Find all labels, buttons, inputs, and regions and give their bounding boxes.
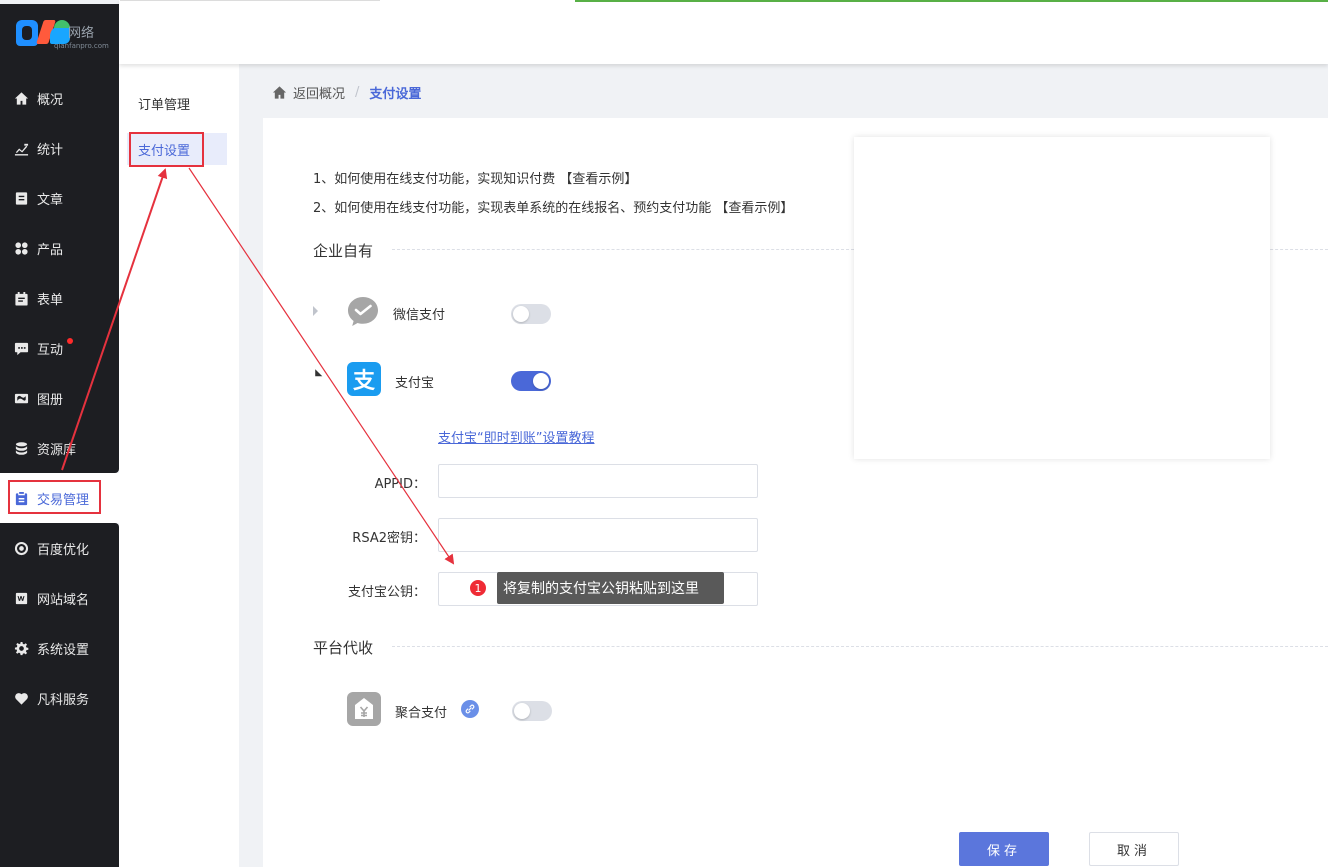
section-title-platform: 平台代收 bbox=[313, 639, 374, 657]
main-sidebar: 网络 qianfanpro.com 概况 统计 文章 产品 表单 互动 图册 资… bbox=[0, 0, 120, 867]
breadcrumb-separator: / bbox=[355, 84, 360, 100]
sidebar-item-settings[interactable]: 系统设置 bbox=[0, 623, 119, 673]
sidebar-item-forms[interactable]: 表单 bbox=[0, 273, 119, 323]
alipay-toggle[interactable] bbox=[511, 371, 551, 391]
appid-label: APPID： bbox=[374, 477, 426, 492]
sidebar-item-overview[interactable]: 概况 bbox=[0, 73, 119, 123]
aggregate-pay-toggle[interactable] bbox=[512, 701, 552, 721]
sidebar-item-domain[interactable]: 网站域名 bbox=[0, 573, 119, 623]
logo-subtext: qianfanpro.com bbox=[54, 42, 109, 50]
wechat-pay-label: 微信支付 bbox=[393, 308, 446, 323]
aggregate-pay-icon bbox=[347, 692, 381, 726]
chat-icon bbox=[13, 340, 29, 356]
form-icon bbox=[13, 290, 29, 306]
grid-icon bbox=[13, 240, 29, 256]
seo-icon bbox=[13, 540, 29, 556]
sidebar-item-transactions[interactable]: 交易管理 bbox=[0, 473, 119, 523]
aggregate-pay-label: 聚合支付 bbox=[395, 706, 448, 721]
home-icon bbox=[13, 90, 29, 106]
save-button[interactable]: 保存 bbox=[959, 832, 1049, 866]
logo-text: 网络 bbox=[68, 26, 95, 41]
section-title-own: 企业自有 bbox=[313, 242, 374, 260]
view-example-link-2[interactable]: 【查看示例】 bbox=[715, 201, 793, 216]
submenu-item-payment-settings[interactable]: 支付设置 bbox=[127, 133, 227, 165]
sidebar-item-services[interactable]: 凡科服务 bbox=[0, 673, 119, 723]
rsa2-key-label: RSA2密钥： bbox=[352, 531, 426, 546]
home-icon bbox=[272, 85, 287, 99]
heart-icon bbox=[13, 690, 29, 706]
sidebar-item-resources[interactable]: 资源库 bbox=[0, 423, 119, 473]
wechat-pay-toggle[interactable] bbox=[511, 304, 551, 324]
alipay-icon: 支 bbox=[347, 362, 381, 396]
cancel-button[interactable]: 取消 bbox=[1089, 832, 1179, 866]
album-icon bbox=[13, 390, 29, 406]
submenu-item-orders[interactable]: 订单管理 bbox=[119, 87, 239, 119]
tooltip-text: 将复制的支付宝公钥粘贴到这里 bbox=[497, 572, 724, 604]
sidebar-item-products[interactable]: 产品 bbox=[0, 223, 119, 273]
step-number-badge: 1 bbox=[469, 579, 487, 597]
appid-input[interactable] bbox=[438, 464, 758, 498]
sidebar-item-baidu-seo[interactable]: 百度优化 bbox=[0, 523, 119, 573]
alipay-label: 支付宝 bbox=[395, 376, 435, 391]
alipay-public-key-label: 支付宝公钥： bbox=[347, 585, 426, 600]
paste-hint-tooltip: 1 将复制的支付宝公钥粘贴到这里 bbox=[462, 572, 724, 604]
brand-logo[interactable]: 网络 qianfanpro.com bbox=[14, 16, 109, 56]
top-header bbox=[119, 0, 1328, 64]
domain-icon bbox=[13, 590, 29, 606]
expand-arrow-wechat[interactable] bbox=[313, 306, 318, 316]
sidebar-item-album[interactable]: 图册 bbox=[0, 373, 119, 423]
notification-dot bbox=[67, 338, 73, 344]
view-example-link-1[interactable]: 【查看示例】 bbox=[559, 172, 637, 187]
breadcrumb-current: 支付设置 bbox=[369, 86, 422, 102]
loading-progress-bar bbox=[575, 0, 1328, 2]
section-divider bbox=[392, 646, 1328, 647]
clipboard-icon bbox=[13, 490, 29, 506]
sidebar-item-interaction[interactable]: 互动 bbox=[0, 323, 119, 373]
article-icon bbox=[13, 190, 29, 206]
tip-line-1: 1、如何使用在线支付功能，实现知识付费 【查看示例】 bbox=[313, 172, 638, 187]
link-icon[interactable] bbox=[461, 700, 479, 718]
tip-line-2: 2、如何使用在线支付功能，实现表单系统的在线报名、预约支付功能 【查看示例】 bbox=[313, 201, 794, 216]
database-icon bbox=[13, 440, 29, 456]
preview-panel bbox=[854, 137, 1270, 459]
breadcrumb-back-link[interactable]: 返回概况 bbox=[293, 83, 345, 102]
gear-icon bbox=[13, 640, 29, 656]
wechat-pay-icon bbox=[346, 295, 380, 329]
header-top-line bbox=[120, 0, 380, 1]
breadcrumb: 返回概况 / 支付设置 bbox=[272, 82, 421, 102]
chart-icon bbox=[13, 140, 29, 156]
sidebar-item-articles[interactable]: 文章 bbox=[0, 173, 119, 223]
sidebar-item-stats[interactable]: 统计 bbox=[0, 123, 119, 173]
alipay-tutorial-link[interactable]: 支付宝“即时到账”设置教程 bbox=[438, 427, 594, 446]
secondary-menu: 订单管理 支付设置 bbox=[119, 64, 239, 867]
rsa2-key-input[interactable] bbox=[438, 518, 758, 552]
